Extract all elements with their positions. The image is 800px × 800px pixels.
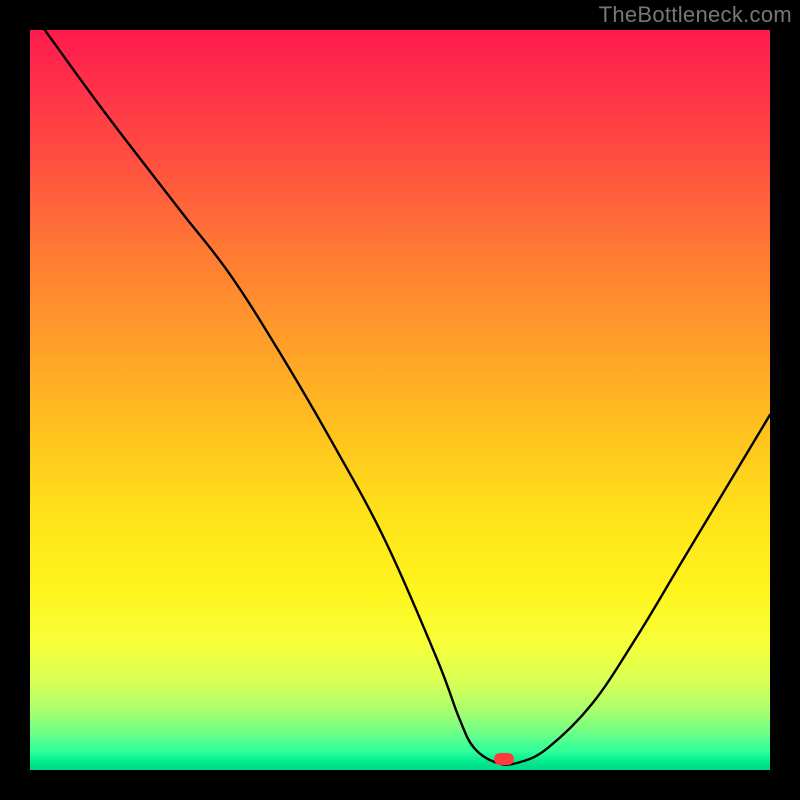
- bottleneck-curve: [30, 30, 770, 770]
- watermark-text: TheBottleneck.com: [599, 2, 792, 28]
- chart-frame: TheBottleneck.com: [0, 0, 800, 800]
- plot-area: [30, 30, 770, 770]
- optimal-marker: [494, 753, 514, 765]
